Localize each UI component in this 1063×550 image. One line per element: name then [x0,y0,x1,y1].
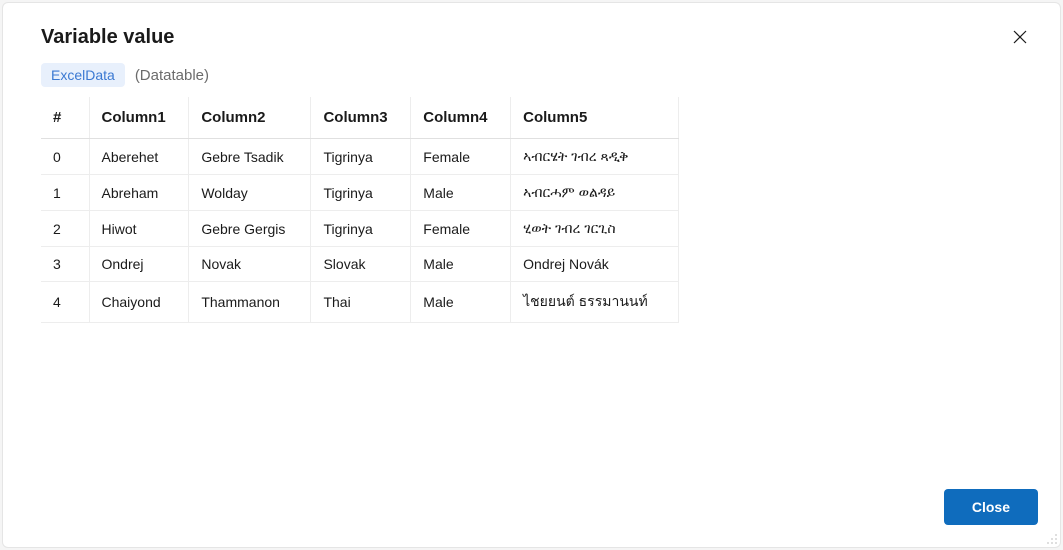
cell: Ondrej [89,247,189,282]
cell-index: 2 [41,211,89,247]
cell-index: 0 [41,139,89,175]
cell: Wolday [189,175,311,211]
cell: Female [411,139,511,175]
cell: Abreham [89,175,189,211]
table-row[interactable]: 4ChaiyondThammanonThaiMaleไชยยนต์ ธรรมาน… [41,282,678,323]
cell: Thammanon [189,282,311,323]
cell: ሂወት ገብረ ገርጊስ [511,211,679,247]
cell: ไชยยนต์ ธรรมานนท์ [511,282,679,323]
cell: Gebre Gergis [189,211,311,247]
cell: Chaiyond [89,282,189,323]
cell: Tigrinya [311,211,411,247]
resize-grip-icon[interactable] [1044,531,1058,545]
cell: Male [411,247,511,282]
cell: Slovak [311,247,411,282]
header-index[interactable]: # [41,97,89,139]
table-row[interactable]: 2HiwotGebre GergisTigrinyaFemaleሂወት ገብረ … [41,211,678,247]
cell: Ondrej Novák [511,247,679,282]
table-row[interactable]: 3OndrejNovakSlovakMaleOndrej Novák [41,247,678,282]
dialog-footer: Close [3,473,1060,547]
cell-index: 1 [41,175,89,211]
dialog-title: Variable value [41,26,174,49]
variable-info: ExcelData (Datatable) [3,55,1060,97]
close-icon[interactable] [1008,25,1032,49]
table-row[interactable]: 1AbrehamWoldayTigrinyaMaleኣብርሓም ወልዳይ [41,175,678,211]
header-col3[interactable]: Column3 [311,97,411,139]
header-col2[interactable]: Column2 [189,97,311,139]
table-container: # Column1 Column2 Column3 Column4 Column… [3,97,1060,473]
cell: Male [411,175,511,211]
dialog-header: Variable value [3,3,1060,55]
cell: Hiwot [89,211,189,247]
table-header-row: # Column1 Column2 Column3 Column4 Column… [41,97,678,139]
cell: Tigrinya [311,139,411,175]
cell: Tigrinya [311,175,411,211]
cell: ኣብርሄት ገብረ ጻዲቅ [511,139,679,175]
cell: Aberehet [89,139,189,175]
cell: Thai [311,282,411,323]
cell: Female [411,211,511,247]
cell-index: 4 [41,282,89,323]
cell-index: 3 [41,247,89,282]
cell: ኣብርሓም ወልዳይ [511,175,679,211]
cell: Gebre Tsadik [189,139,311,175]
header-col4[interactable]: Column4 [411,97,511,139]
header-col1[interactable]: Column1 [89,97,189,139]
close-button[interactable]: Close [944,489,1038,525]
variable-name-badge[interactable]: ExcelData [41,63,125,87]
cell: Male [411,282,511,323]
data-table: # Column1 Column2 Column3 Column4 Column… [41,97,679,323]
cell: Novak [189,247,311,282]
table-row[interactable]: 0AberehetGebre TsadikTigrinyaFemaleኣብርሄት… [41,139,678,175]
header-col5[interactable]: Column5 [511,97,679,139]
variable-type-label: (Datatable) [135,67,209,84]
variable-value-dialog: Variable value ExcelData (Datatable) # C… [2,2,1061,548]
